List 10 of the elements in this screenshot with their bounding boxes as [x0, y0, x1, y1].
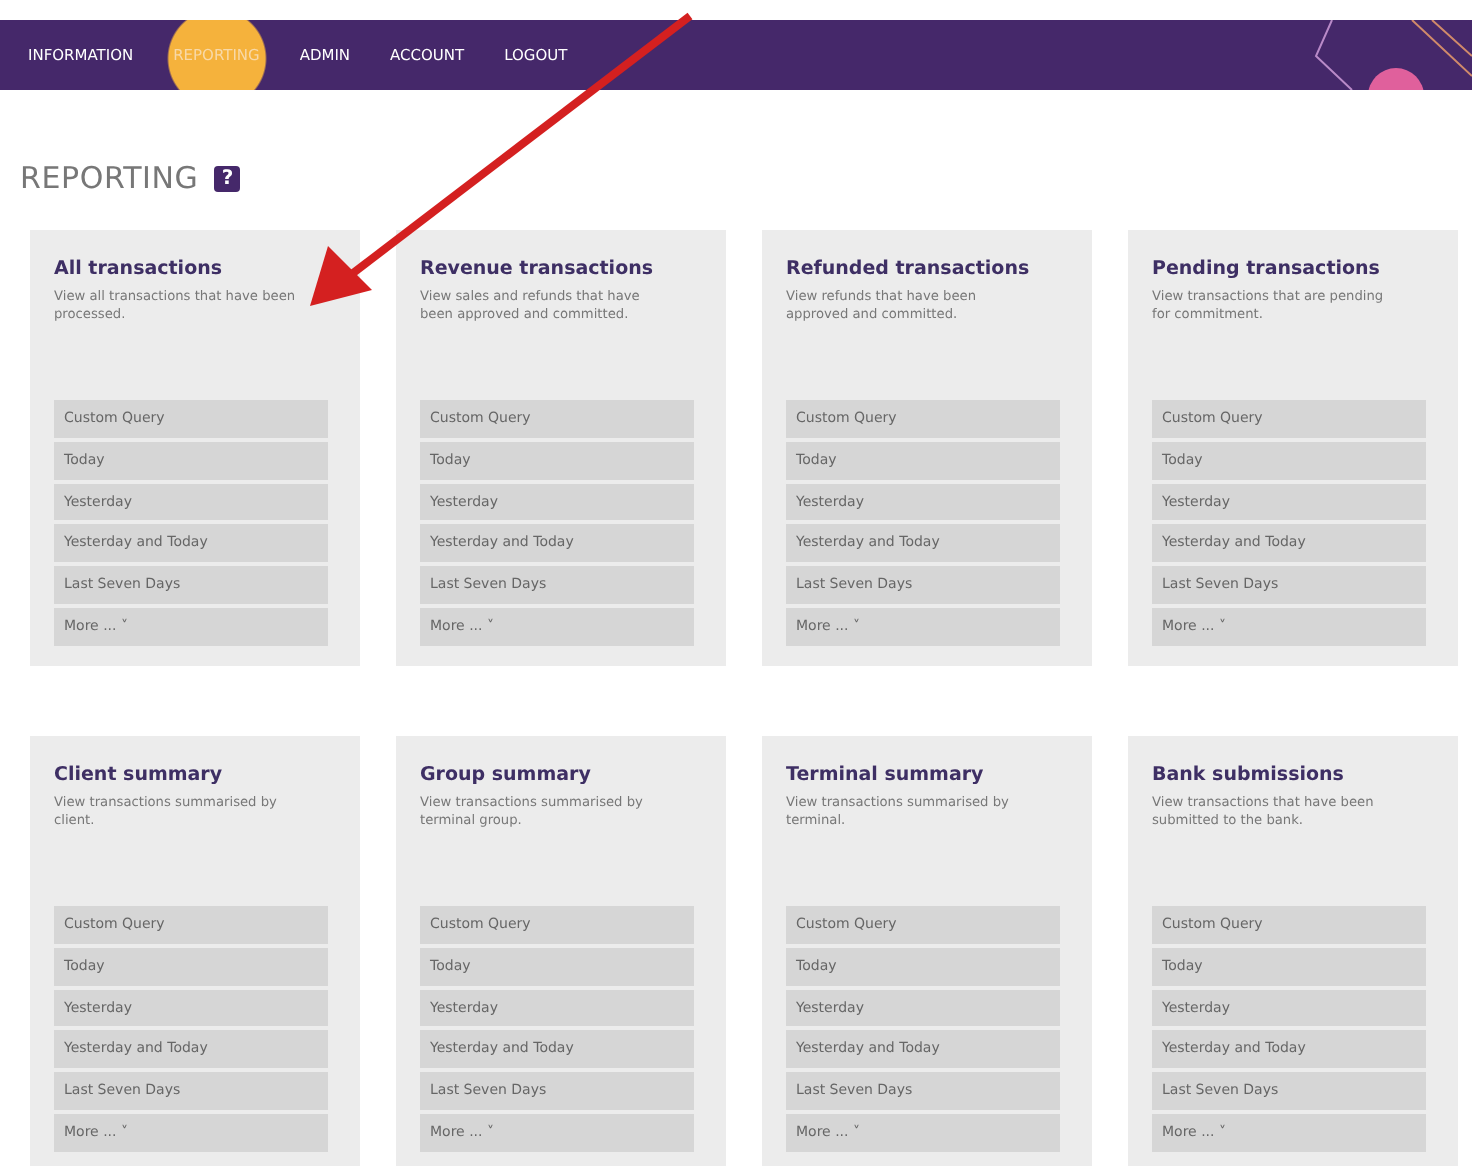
- card-title: Refunded transactions: [786, 258, 1032, 280]
- card-title: Pending transactions: [1152, 258, 1382, 280]
- page-title: REPORTING: [20, 160, 199, 196]
- help-icon[interactable]: ?: [214, 165, 241, 191]
- card-title: Group summary: [420, 764, 593, 786]
- card-title: Bank submissions: [1152, 764, 1346, 786]
- card-title: All transactions: [54, 258, 225, 280]
- card-title: Terminal summary: [786, 764, 986, 786]
- card-title: Revenue transactions: [420, 258, 656, 280]
- card-title: Client summary: [54, 764, 225, 786]
